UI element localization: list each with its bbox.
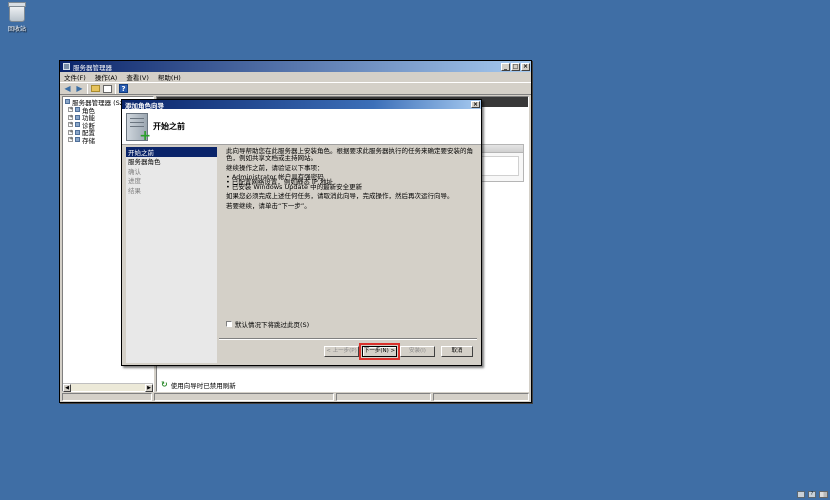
back-arrow-icon[interactable]: ◀ (63, 84, 72, 93)
server-manager-titlebar[interactable]: 服务器管理器 _ □ × (60, 61, 531, 72)
step-server-roles[interactable]: 服务器角色 (126, 157, 217, 166)
wizard-title: 添加角色向导 (125, 101, 164, 110)
tree-root-label: 服务器管理器 (Sz (72, 98, 124, 107)
status-cell (154, 393, 334, 401)
wizard-titlebar[interactable]: 添加角色向导 × (122, 100, 481, 110)
expand-icon[interactable]: + (68, 114, 73, 120)
step-before-you-begin[interactable]: 开始之前 (126, 147, 217, 157)
keyboard-icon[interactable] (797, 491, 805, 498)
toolbar-separator (115, 83, 116, 94)
previous-button: < 上一步(P) (324, 346, 359, 357)
diagnostics-icon (75, 122, 80, 128)
wizard-header: + 开始之前 (122, 109, 481, 145)
step-results: 结果 (128, 186, 141, 195)
before-continue-text: 继续操作之前，请验证以下事项： (226, 164, 324, 172)
close-button[interactable]: × (521, 62, 530, 71)
expand-icon[interactable]: + (68, 122, 73, 128)
forward-arrow-icon[interactable]: ▶ (75, 84, 84, 93)
menu-file[interactable]: 文件(F) (64, 72, 86, 82)
wizard-heading: 开始之前 (153, 122, 185, 131)
status-bar (62, 393, 529, 401)
server-manager-icon (63, 63, 70, 70)
scroll-right-icon[interactable]: ▶ (145, 384, 153, 392)
toolbar-separator (87, 83, 88, 94)
wizard-steps: 开始之前 服务器角色 确认 进度 结果 (126, 147, 217, 363)
tree-item-label: 存储 (82, 136, 95, 145)
menu-bar: 文件(F) 操作(A) 查看(V) 帮助(H) (60, 72, 531, 82)
refresh-status: ↻ 使用向导时已禁用刷新 (161, 379, 236, 390)
system-tray: ? (797, 491, 828, 498)
intro-text: 此向导帮助您在此服务器上安装角色。根据要求此服务器执行的任务来确定要安装的角色，… (226, 147, 473, 162)
skip-page-label[interactable]: 默认情况下将跳过此页(S) (235, 319, 309, 329)
add-roles-wizard: 添加角色向导 × + 开始之前 开始之前 服务器角色 确认 进度 结果 此向导帮… (121, 99, 482, 366)
cancel-button[interactable]: 取消 (441, 346, 473, 357)
expand-icon[interactable]: + (68, 107, 73, 113)
install-button: 安装(I) (400, 346, 435, 357)
server-manager-title: 服务器管理器 (73, 63, 112, 72)
minimize-button[interactable]: _ (501, 62, 510, 71)
wizard-close-button[interactable]: × (471, 101, 480, 108)
step-confirmation: 确认 (128, 167, 141, 176)
status-cell (433, 393, 529, 401)
step-progress: 进度 (128, 177, 141, 186)
recycle-bin[interactable]: 回收站 (4, 2, 30, 33)
recycle-bin-label: 回收站 (7, 26, 26, 33)
wizard-content: 此向导帮助您在此服务器上安装角色。根据要求此服务器执行的任务来确定要安装的角色，… (220, 147, 482, 337)
next-button[interactable]: 下一步(N) > (359, 343, 400, 360)
menu-view[interactable]: 查看(V) (126, 72, 149, 82)
features-icon (75, 114, 80, 120)
refresh-icon: ↻ (161, 379, 168, 389)
recycle-bin-icon (8, 2, 26, 22)
expand-icon[interactable]: + (68, 137, 73, 143)
skip-page-checkbox[interactable] (226, 321, 232, 327)
storage-icon (75, 137, 80, 143)
roles-icon (75, 107, 80, 113)
checklist-item: 已安装 Windows Update 中的最新安全更新 (226, 184, 478, 191)
button-separator (219, 338, 477, 340)
refresh-status-text: 使用向导时已禁用刷新 (170, 381, 236, 390)
flag-icon[interactable] (819, 491, 828, 498)
skip-page-option[interactable]: 默认情况下将跳过此页(S) (226, 319, 309, 329)
wizard-buttons: < 上一步(P) 下一步(N) > 安装(I) 取消 (324, 343, 473, 360)
grid-icon[interactable] (103, 84, 112, 93)
expand-icon[interactable]: + (68, 129, 73, 135)
menu-action[interactable]: 操作(A) (95, 72, 118, 82)
incomplete-note: 如果您必须完成上述任何任务，请取消此向导，完成操作，然后再次运行向导。 (226, 192, 454, 200)
maximize-button[interactable]: □ (511, 62, 520, 71)
help-icon[interactable]: ? (119, 84, 128, 93)
status-cell (336, 393, 431, 401)
configuration-icon (75, 129, 80, 135)
checklist: Administrator 帐户具有强密码 已配置网络设置，例如静态 IP 地址… (226, 174, 478, 191)
server-icon (65, 99, 70, 104)
horizontal-scrollbar[interactable]: ◀ ▶ (63, 383, 153, 392)
menu-help[interactable]: 帮助(H) (158, 72, 181, 82)
scroll-left-icon[interactable]: ◀ (63, 384, 71, 392)
folder-icon[interactable] (91, 85, 100, 92)
toolbar: ◀ ▶ ? (60, 82, 531, 95)
help-icon[interactable]: ? (808, 491, 816, 498)
status-cell (62, 393, 152, 401)
continue-note: 若要继续，请单击“下一步”。 (226, 202, 311, 210)
add-role-server-icon: + (126, 112, 151, 143)
